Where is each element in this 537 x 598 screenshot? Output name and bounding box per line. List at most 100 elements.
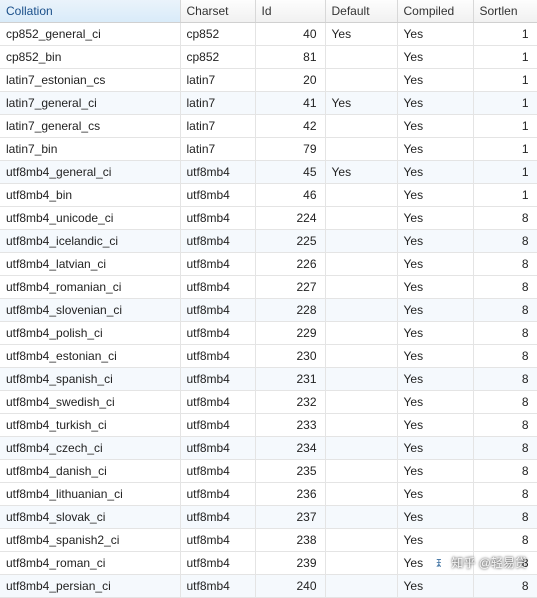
cell-collation: utf8mb4_czech_ci — [0, 437, 180, 460]
table-row[interactable]: utf8mb4_estonian_ciutf8mb4230Yes8 — [0, 345, 537, 368]
cell-sortlen: 8 — [473, 207, 537, 230]
table-row[interactable]: cp852_general_cicp85240YesYes1 — [0, 23, 537, 46]
cell-id: 236 — [255, 483, 325, 506]
cell-collation: utf8mb4_estonian_ci — [0, 345, 180, 368]
cell-id: 231 — [255, 368, 325, 391]
table-row[interactable]: utf8mb4_czech_ciutf8mb4234Yes8 — [0, 437, 537, 460]
cell-default — [325, 552, 397, 575]
cell-sortlen: 8 — [473, 506, 537, 529]
column-header-default[interactable]: Default — [325, 0, 397, 23]
cell-charset: utf8mb4 — [180, 437, 255, 460]
cell-compiled: Yes — [397, 115, 473, 138]
cell-collation: utf8mb4_danish_ci — [0, 460, 180, 483]
cell-id: 233 — [255, 414, 325, 437]
cell-charset: utf8mb4 — [180, 207, 255, 230]
table-row[interactable]: utf8mb4_spanish_ciutf8mb4231Yes8 — [0, 368, 537, 391]
table-row[interactable]: utf8mb4_general_ciutf8mb445YesYes1 — [0, 161, 537, 184]
cell-compiled: Yes — [397, 92, 473, 115]
cell-default: Yes — [325, 23, 397, 46]
table-row[interactable]: utf8mb4_unicode_ciutf8mb4224Yes8 — [0, 207, 537, 230]
column-header-charset[interactable]: Charset — [180, 0, 255, 23]
cell-id: 235 — [255, 460, 325, 483]
table-row[interactable]: utf8mb4_slovenian_ciutf8mb4228Yes8 — [0, 299, 537, 322]
column-header-sortlen[interactable]: Sortlen — [473, 0, 537, 23]
cell-collation: latin7_general_cs — [0, 115, 180, 138]
cell-id: 79 — [255, 138, 325, 161]
table-row[interactable]: utf8mb4_latvian_ciutf8mb4226Yes8 — [0, 253, 537, 276]
cell-compiled: Yes — [397, 483, 473, 506]
cell-collation: utf8mb4_lithuanian_ci — [0, 483, 180, 506]
collation-table[interactable]: Collation Charset Id Default Compiled So… — [0, 0, 537, 598]
cell-charset: utf8mb4 — [180, 322, 255, 345]
cell-charset: utf8mb4 — [180, 460, 255, 483]
cell-collation: utf8mb4_bin — [0, 184, 180, 207]
cell-collation: utf8mb4_spanish2_ci — [0, 529, 180, 552]
table-row[interactable]: utf8mb4_roman_ciutf8mb4239Yes8 — [0, 552, 537, 575]
table-row[interactable]: utf8mb4_romanian_ciutf8mb4227Yes8 — [0, 276, 537, 299]
cell-default — [325, 276, 397, 299]
cell-sortlen: 8 — [473, 552, 537, 575]
table-row[interactable]: utf8mb4_turkish_ciutf8mb4233Yes8 — [0, 414, 537, 437]
cell-collation: utf8mb4_unicode_ci — [0, 207, 180, 230]
cell-compiled: Yes — [397, 161, 473, 184]
cell-compiled: Yes — [397, 506, 473, 529]
column-header-compiled[interactable]: Compiled — [397, 0, 473, 23]
cell-collation: cp852_bin — [0, 46, 180, 69]
cell-compiled: Yes — [397, 345, 473, 368]
cell-compiled: Yes — [397, 299, 473, 322]
cell-charset: utf8mb4 — [180, 506, 255, 529]
cell-charset: utf8mb4 — [180, 368, 255, 391]
table-row[interactable]: utf8mb4_icelandic_ciutf8mb4225Yes8 — [0, 230, 537, 253]
table-row[interactable]: utf8mb4_slovak_ciutf8mb4237Yes8 — [0, 506, 537, 529]
table-row[interactable]: latin7_general_cilatin741YesYes1 — [0, 92, 537, 115]
cell-collation: utf8mb4_roman_ci — [0, 552, 180, 575]
cell-id: 41 — [255, 92, 325, 115]
cell-sortlen: 8 — [473, 460, 537, 483]
cell-collation: latin7_estonian_cs — [0, 69, 180, 92]
cell-compiled: Yes — [397, 368, 473, 391]
cell-default — [325, 46, 397, 69]
cell-default — [325, 207, 397, 230]
column-header-id[interactable]: Id — [255, 0, 325, 23]
cell-id: 234 — [255, 437, 325, 460]
cell-charset: utf8mb4 — [180, 253, 255, 276]
cell-sortlen: 8 — [473, 575, 537, 598]
cell-id: 238 — [255, 529, 325, 552]
table-row[interactable]: utf8mb4_binutf8mb446Yes1 — [0, 184, 537, 207]
table-row[interactable]: utf8mb4_danish_ciutf8mb4235Yes8 — [0, 460, 537, 483]
table-row[interactable]: latin7_general_cslatin742Yes1 — [0, 115, 537, 138]
cell-sortlen: 8 — [473, 368, 537, 391]
table-row[interactable]: utf8mb4_polish_ciutf8mb4229Yes8 — [0, 322, 537, 345]
column-header-collation[interactable]: Collation — [0, 0, 180, 23]
table-row[interactable]: latin7_estonian_cslatin720Yes1 — [0, 69, 537, 92]
cell-id: 227 — [255, 276, 325, 299]
table-row[interactable]: utf8mb4_swedish_ciutf8mb4232Yes8 — [0, 391, 537, 414]
cell-default: Yes — [325, 161, 397, 184]
table-row[interactable]: cp852_bincp85281Yes1 — [0, 46, 537, 69]
cell-compiled: Yes — [397, 276, 473, 299]
cell-charset: utf8mb4 — [180, 161, 255, 184]
cell-default — [325, 345, 397, 368]
cell-charset: latin7 — [180, 115, 255, 138]
cell-id: 226 — [255, 253, 325, 276]
cell-id: 46 — [255, 184, 325, 207]
table-row[interactable]: utf8mb4_lithuanian_ciutf8mb4236Yes8 — [0, 483, 537, 506]
cell-default — [325, 437, 397, 460]
cell-collation: latin7_general_ci — [0, 92, 180, 115]
table-row[interactable]: utf8mb4_spanish2_ciutf8mb4238Yes8 — [0, 529, 537, 552]
cell-default — [325, 299, 397, 322]
cell-sortlen: 8 — [473, 529, 537, 552]
cell-charset: utf8mb4 — [180, 276, 255, 299]
cell-id: 237 — [255, 506, 325, 529]
table-row[interactable]: latin7_binlatin779Yes1 — [0, 138, 537, 161]
cell-collation: cp852_general_ci — [0, 23, 180, 46]
cell-compiled: Yes — [397, 552, 473, 575]
cell-collation: utf8mb4_latvian_ci — [0, 253, 180, 276]
table-row[interactable]: utf8mb4_persian_ciutf8mb4240Yes8 — [0, 575, 537, 598]
cell-default — [325, 529, 397, 552]
cell-compiled: Yes — [397, 138, 473, 161]
cell-default — [325, 230, 397, 253]
cell-default — [325, 115, 397, 138]
cell-charset: latin7 — [180, 138, 255, 161]
cell-id: 229 — [255, 322, 325, 345]
